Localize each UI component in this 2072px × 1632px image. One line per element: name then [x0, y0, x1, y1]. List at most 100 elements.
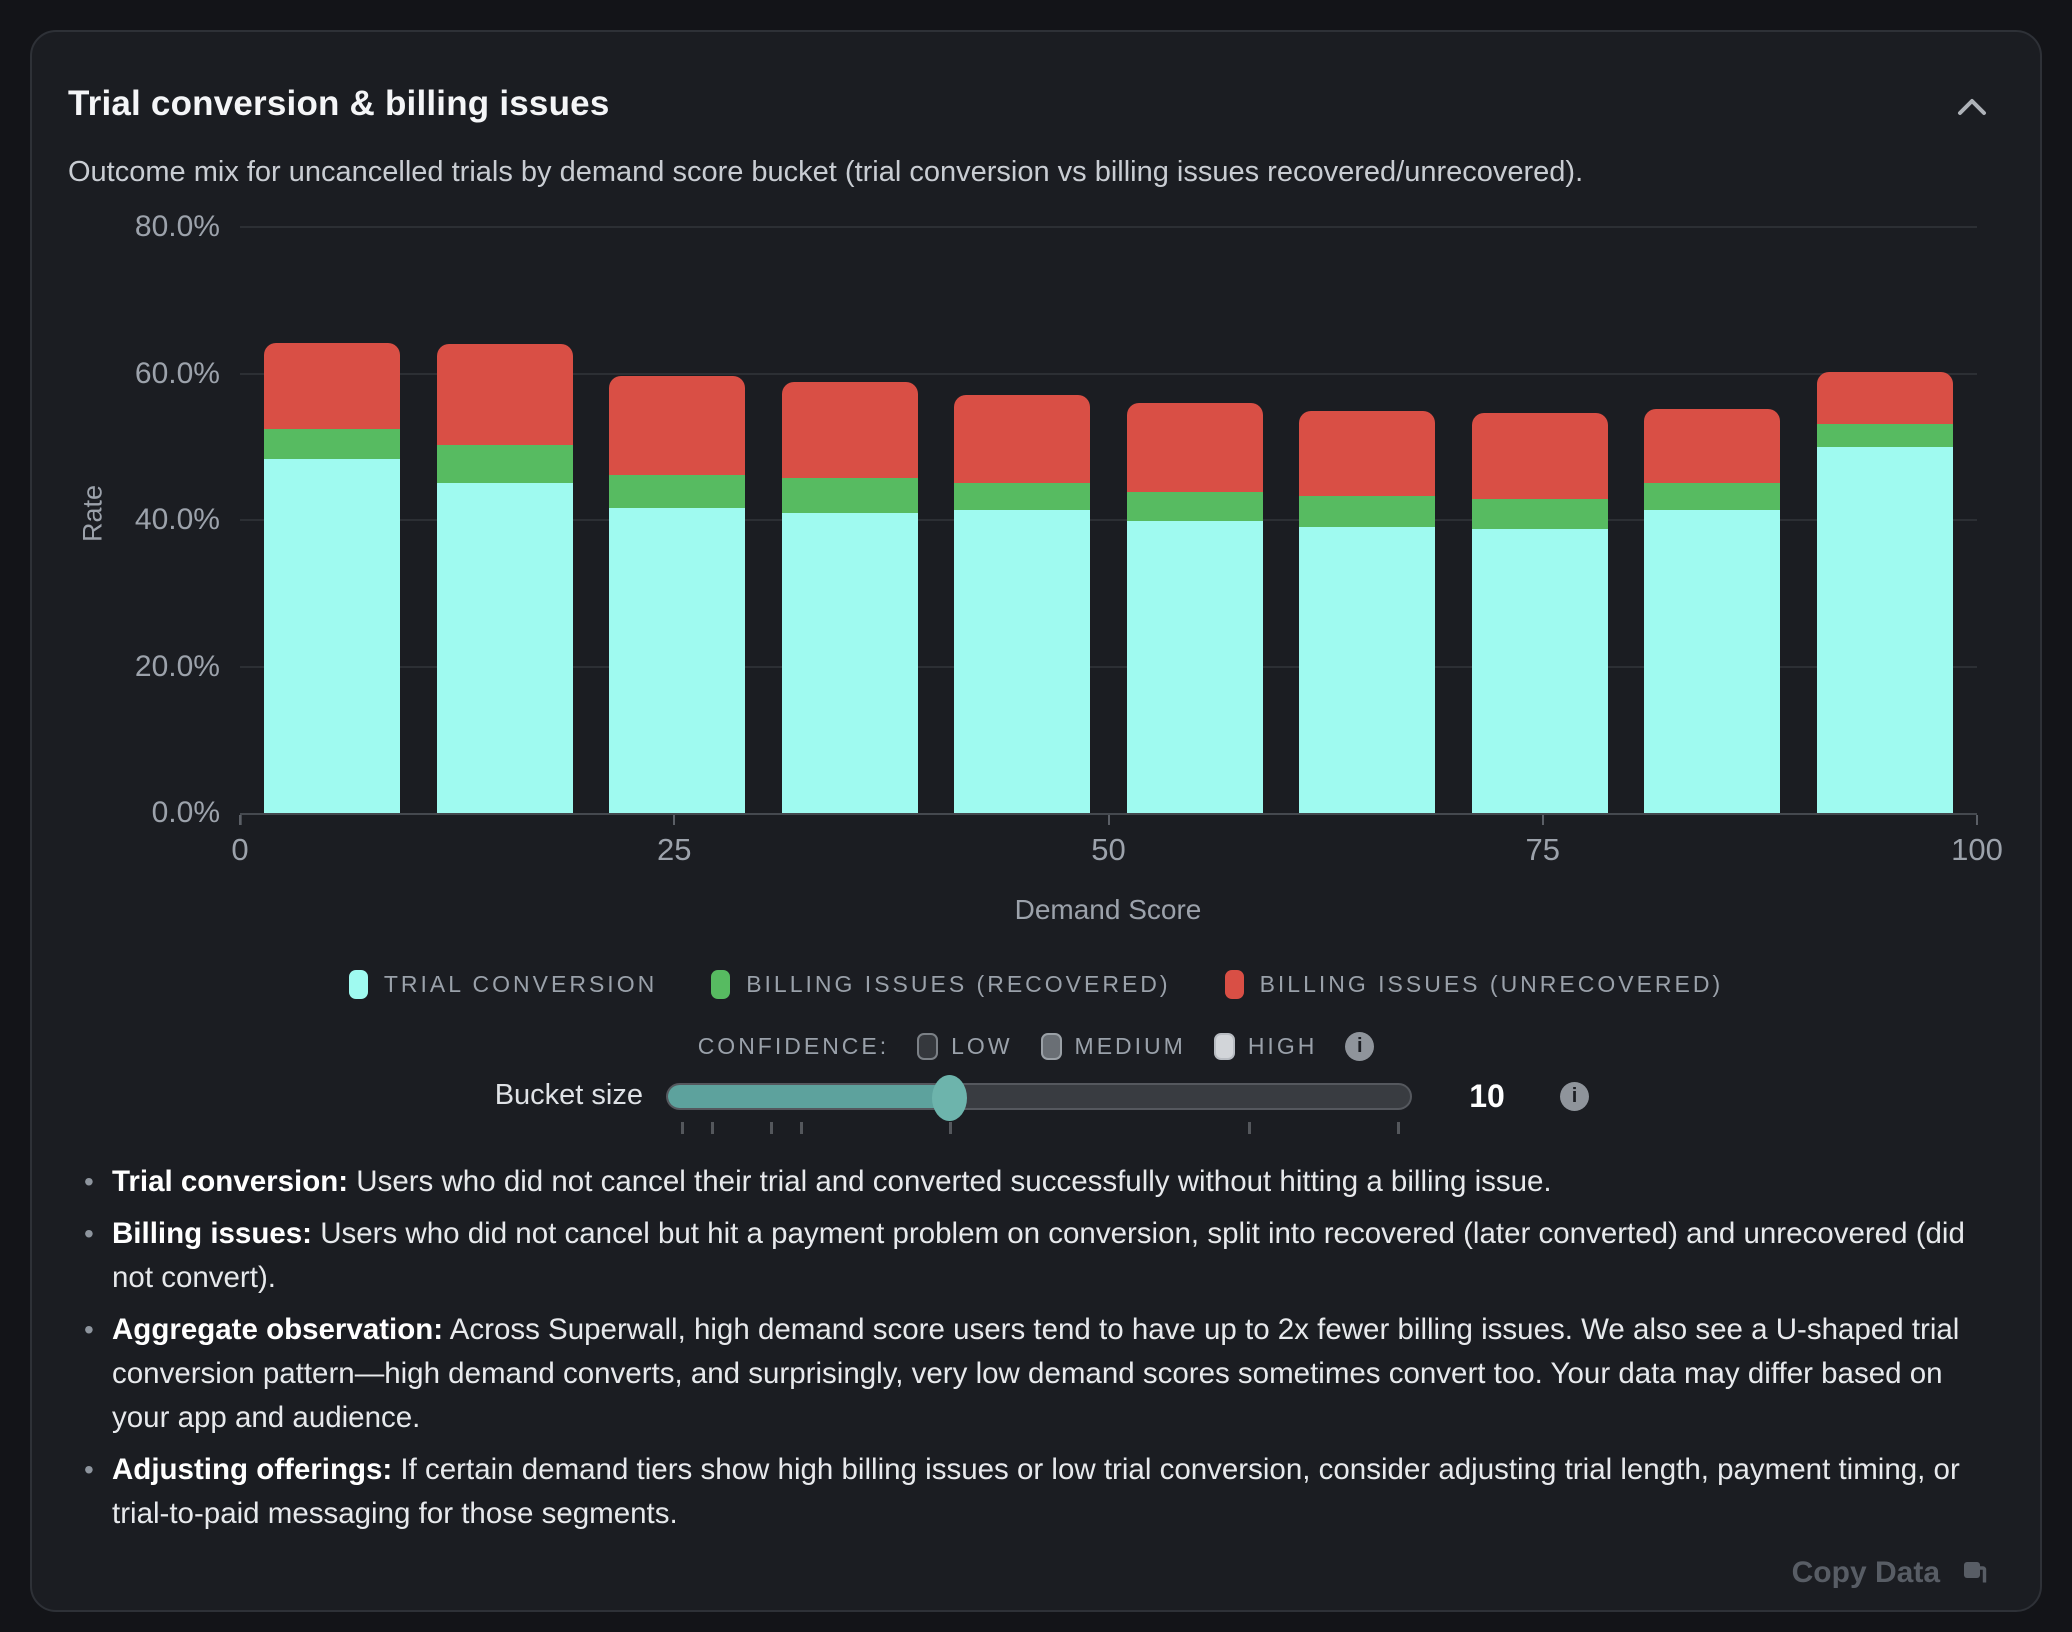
- segment-billing-issues-recovered-: [437, 445, 573, 484]
- slider-ticks: [666, 1122, 1412, 1134]
- y-tick-label: 40.0%: [32, 500, 220, 540]
- segment-billing-issues-unrecovered-: [1644, 409, 1780, 483]
- slider-tick-mark: [800, 1122, 803, 1134]
- note-item: Trial conversion: Users who did not canc…: [78, 1160, 1984, 1204]
- segment-billing-issues-unrecovered-: [1472, 413, 1608, 499]
- segment-billing-issues-recovered-: [782, 478, 918, 514]
- segment-billing-issues-recovered-: [954, 483, 1090, 511]
- confidence-level-label: MEDIUM: [1075, 1033, 1186, 1060]
- x-tick-mark: [1108, 815, 1110, 825]
- legend-item[interactable]: BILLING ISSUES (RECOVERED): [711, 970, 1170, 999]
- stacked-bar-80-90[interactable]: [1644, 409, 1780, 813]
- segment-trial-conversion: [264, 459, 400, 813]
- plot-area: [240, 227, 1977, 813]
- legend-item[interactable]: TRIAL CONVERSION: [349, 970, 657, 999]
- segment-billing-issues-unrecovered-: [1299, 411, 1435, 496]
- legend-label: BILLING ISSUES (RECOVERED): [746, 971, 1170, 998]
- legend-swatch-icon: [349, 970, 368, 999]
- x-tick-label: 0: [180, 832, 300, 868]
- segment-billing-issues-unrecovered-: [609, 376, 745, 475]
- confidence-row: CONFIDENCE: LOW MEDIUM HIGH i: [32, 1032, 2040, 1061]
- notes-list: Trial conversion: Users who did not canc…: [78, 1160, 1984, 1544]
- x-axis-title: Demand Score: [958, 894, 1258, 926]
- note-item: Aggregate observation: Across Superwall,…: [78, 1308, 1984, 1440]
- note-lead: Trial conversion:: [112, 1165, 348, 1198]
- segment-trial-conversion: [1127, 521, 1263, 813]
- copy-data-label: Copy Data: [1792, 1556, 1940, 1590]
- x-tick-label: 25: [614, 832, 734, 868]
- confidence-label: CONFIDENCE:: [698, 1033, 889, 1060]
- x-tick-label: 75: [1483, 832, 1603, 868]
- confidence-level-label: LOW: [951, 1033, 1012, 1060]
- confidence-info-icon[interactable]: i: [1345, 1032, 1374, 1061]
- slider-tick-mark: [770, 1122, 773, 1134]
- stacked-bar-70-80[interactable]: [1472, 413, 1608, 813]
- stacked-bar-60-70[interactable]: [1299, 411, 1435, 813]
- slider-fill: [668, 1085, 949, 1108]
- y-tick-label: 80.0%: [32, 207, 220, 247]
- note-lead: Aggregate observation:: [112, 1313, 443, 1346]
- slider-tick-mark: [1248, 1122, 1251, 1134]
- bar-band: [419, 227, 592, 813]
- segment-trial-conversion: [954, 510, 1090, 813]
- segment-billing-issues-recovered-: [1644, 483, 1780, 511]
- slider-thumb[interactable]: [932, 1075, 967, 1121]
- legend: TRIAL CONVERSION BILLING ISSUES (RECOVERE…: [32, 970, 2040, 999]
- y-tick-label: 60.0%: [32, 354, 220, 394]
- bars-layer: [246, 227, 1971, 813]
- stacked-bar-90-100[interactable]: [1817, 372, 1953, 813]
- confidence-level-label: HIGH: [1248, 1033, 1318, 1060]
- segment-billing-issues-recovered-: [1127, 492, 1263, 521]
- bar-band: [1281, 227, 1454, 813]
- legend-item[interactable]: BILLING ISSUES (UNRECOVERED): [1225, 970, 1724, 999]
- confidence-toggle-medium[interactable]: MEDIUM: [1041, 1033, 1186, 1060]
- bucket-size-info-icon[interactable]: i: [1560, 1082, 1589, 1111]
- stacked-bar-20-30[interactable]: [609, 376, 745, 813]
- slider-tick-mark: [681, 1122, 684, 1134]
- bar-band: [246, 227, 419, 813]
- bar-band: [1109, 227, 1282, 813]
- copy-data-button[interactable]: Copy Data: [1792, 1556, 1990, 1590]
- bar-band: [764, 227, 937, 813]
- segment-trial-conversion: [1644, 510, 1780, 813]
- segment-billing-issues-recovered-: [1299, 496, 1435, 527]
- copy-icon: [1960, 1558, 1990, 1588]
- chevron-up-icon: [1950, 89, 1994, 125]
- confidence-toggle-high[interactable]: HIGH: [1214, 1033, 1318, 1060]
- legend-label: BILLING ISSUES (UNRECOVERED): [1260, 971, 1724, 998]
- page: Trial conversion & billing issues Outcom…: [0, 0, 2072, 1632]
- segment-billing-issues-unrecovered-: [1817, 372, 1953, 424]
- segment-trial-conversion: [1472, 529, 1608, 813]
- y-tick-label: 20.0%: [32, 647, 220, 687]
- stacked-bar-10-20[interactable]: [437, 344, 573, 813]
- slider-tick-mark: [949, 1122, 952, 1134]
- legend-label: TRIAL CONVERSION: [384, 971, 657, 998]
- segment-billing-issues-unrecovered-: [264, 343, 400, 429]
- segment-billing-issues-unrecovered-: [437, 344, 573, 444]
- segment-billing-issues-recovered-: [1817, 424, 1953, 447]
- stacked-bar-50-60[interactable]: [1127, 403, 1263, 813]
- card-subtitle: Outcome mix for uncancelled trials by de…: [68, 156, 1583, 189]
- collapse-button[interactable]: [1948, 88, 1996, 128]
- segment-billing-issues-recovered-: [264, 429, 400, 459]
- y-tick-label: 0.0%: [32, 793, 220, 833]
- stacked-bar-40-50[interactable]: [954, 395, 1090, 813]
- note-lead: Adjusting offerings:: [112, 1453, 392, 1486]
- stacked-bar-0-10[interactable]: [264, 343, 400, 813]
- x-tick-mark: [1542, 815, 1544, 825]
- segment-trial-conversion: [782, 513, 918, 813]
- confidence-toggle-low[interactable]: LOW: [917, 1033, 1012, 1060]
- bar-band: [936, 227, 1109, 813]
- x-tick-label: 100: [1917, 832, 2037, 868]
- bar-band: [591, 227, 764, 813]
- bucket-size-label: Bucket size: [332, 1079, 643, 1112]
- stacked-bar-30-40[interactable]: [782, 382, 918, 813]
- bar-band: [1454, 227, 1627, 813]
- segment-billing-issues-unrecovered-: [782, 382, 918, 477]
- segment-billing-issues-recovered-: [1472, 499, 1608, 529]
- bucket-size-value: 10: [1452, 1078, 1522, 1115]
- bucket-size-slider[interactable]: [666, 1083, 1412, 1110]
- x-tick-mark: [1976, 815, 1978, 825]
- segment-trial-conversion: [1299, 527, 1435, 813]
- legend-swatch-icon: [1225, 970, 1244, 999]
